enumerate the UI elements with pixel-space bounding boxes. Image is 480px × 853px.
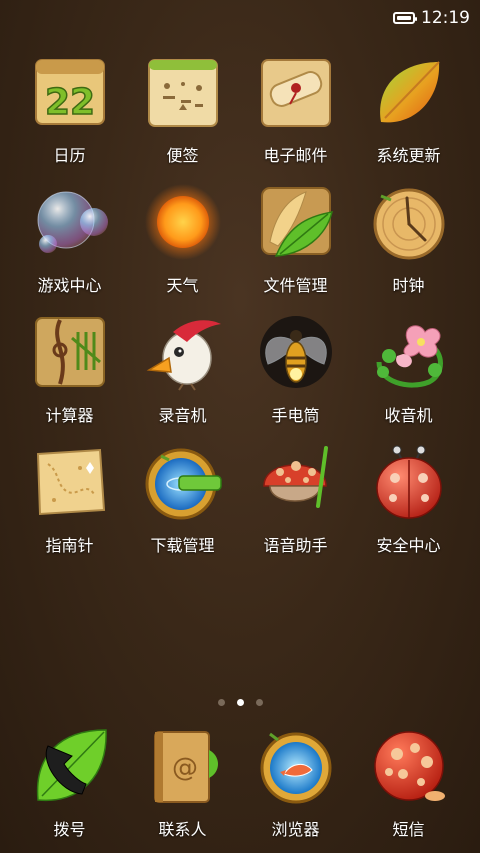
app-grid: 22 日历 便签 电子邮件 系统更新 游戏中心 天气 文件管理 时钟 计算器 录… (0, 52, 480, 572)
app-label: 联系人 (158, 820, 207, 839)
app-weather[interactable]: 天气 (126, 182, 239, 312)
app-security-center[interactable]: 安全中心 (352, 442, 465, 572)
app-clock[interactable]: 时钟 (352, 182, 465, 312)
app-label: 安全中心 (376, 536, 441, 555)
phone-dialer-icon (30, 726, 110, 806)
status-bar: 12:19 (0, 0, 480, 36)
clock-icon (369, 182, 449, 262)
app-label: 拨号 (53, 820, 86, 839)
svg-text:@: @ (172, 753, 198, 783)
app-compass[interactable]: 指南针 (13, 442, 126, 572)
app-label: 电子邮件 (263, 146, 328, 165)
app-label: 便签 (166, 146, 199, 165)
app-row: 计算器 录音机 手电筒 收音机 (0, 312, 480, 442)
app-label: 计算器 (45, 406, 94, 425)
app-system-update[interactable]: 系统更新 (352, 52, 465, 182)
dock-contacts[interactable]: @ 联系人 (126, 726, 239, 853)
dock-phone[interactable]: 拨号 (13, 726, 126, 853)
sms-icon (369, 726, 449, 806)
app-label: 语音助手 (263, 536, 328, 555)
security-center-icon (369, 442, 449, 522)
flashlight-icon (256, 312, 336, 392)
calendar-day-text: 22 (44, 82, 94, 123)
app-row: 游戏中心 天气 文件管理 时钟 (0, 182, 480, 312)
contacts-icon: @ (143, 726, 223, 806)
dock-browser[interactable]: 浏览器 (239, 726, 352, 853)
app-flashlight[interactable]: 手电筒 (239, 312, 352, 442)
recorder-icon (143, 312, 223, 392)
app-row: 指南针 下载管理 语音助手 安全中心 (0, 442, 480, 572)
app-label: 游戏中心 (37, 276, 102, 295)
dock-sms[interactable]: 短信 (352, 726, 465, 853)
app-notes[interactable]: 便签 (126, 52, 239, 182)
app-label: 手电筒 (271, 406, 320, 425)
app-calculator[interactable]: 计算器 (13, 312, 126, 442)
page-dot[interactable] (217, 699, 225, 706)
app-label: 日历 (53, 146, 86, 165)
dock-row: 拨号 @ 联系人 浏览器 短信 (0, 726, 480, 853)
dock: 拨号 @ 联系人 浏览器 短信 (0, 726, 480, 853)
app-label: 指南针 (45, 536, 94, 555)
email-icon (256, 52, 336, 132)
app-label: 文件管理 (263, 276, 328, 295)
app-label: 浏览器 (271, 820, 320, 839)
app-label: 录音机 (158, 406, 207, 425)
app-label: 收音机 (384, 406, 433, 425)
radio-icon (369, 312, 449, 392)
voice-assistant-icon (256, 442, 336, 522)
app-row: 22 日历 便签 电子邮件 系统更新 (0, 52, 480, 182)
download-manager-icon (143, 442, 223, 522)
calendar-icon: 22 (30, 52, 110, 132)
app-download-manager[interactable]: 下载管理 (126, 442, 239, 572)
weather-icon (143, 182, 223, 262)
app-game-center[interactable]: 游戏中心 (13, 182, 126, 312)
app-label: 时钟 (392, 276, 425, 295)
app-file-manager[interactable]: 文件管理 (239, 182, 352, 312)
compass-icon (30, 442, 110, 522)
browser-icon (256, 726, 336, 806)
page-indicator (0, 699, 480, 706)
file-manager-icon (256, 182, 336, 262)
status-time: 12:19 (421, 8, 470, 28)
app-label: 下载管理 (150, 536, 215, 555)
page-dot-active[interactable] (236, 699, 244, 706)
game-center-icon (30, 182, 110, 262)
app-label: 天气 (166, 276, 199, 295)
battery-icon (393, 12, 417, 24)
notes-icon (143, 52, 223, 132)
app-calendar[interactable]: 22 日历 (13, 52, 126, 182)
app-voice-assistant[interactable]: 语音助手 (239, 442, 352, 572)
app-radio[interactable]: 收音机 (352, 312, 465, 442)
app-email[interactable]: 电子邮件 (239, 52, 352, 182)
app-recorder[interactable]: 录音机 (126, 312, 239, 442)
page-dot[interactable] (255, 699, 263, 706)
app-label: 短信 (392, 820, 425, 839)
system-update-icon (369, 52, 449, 132)
calculator-icon (30, 312, 110, 392)
app-label: 系统更新 (376, 146, 441, 165)
